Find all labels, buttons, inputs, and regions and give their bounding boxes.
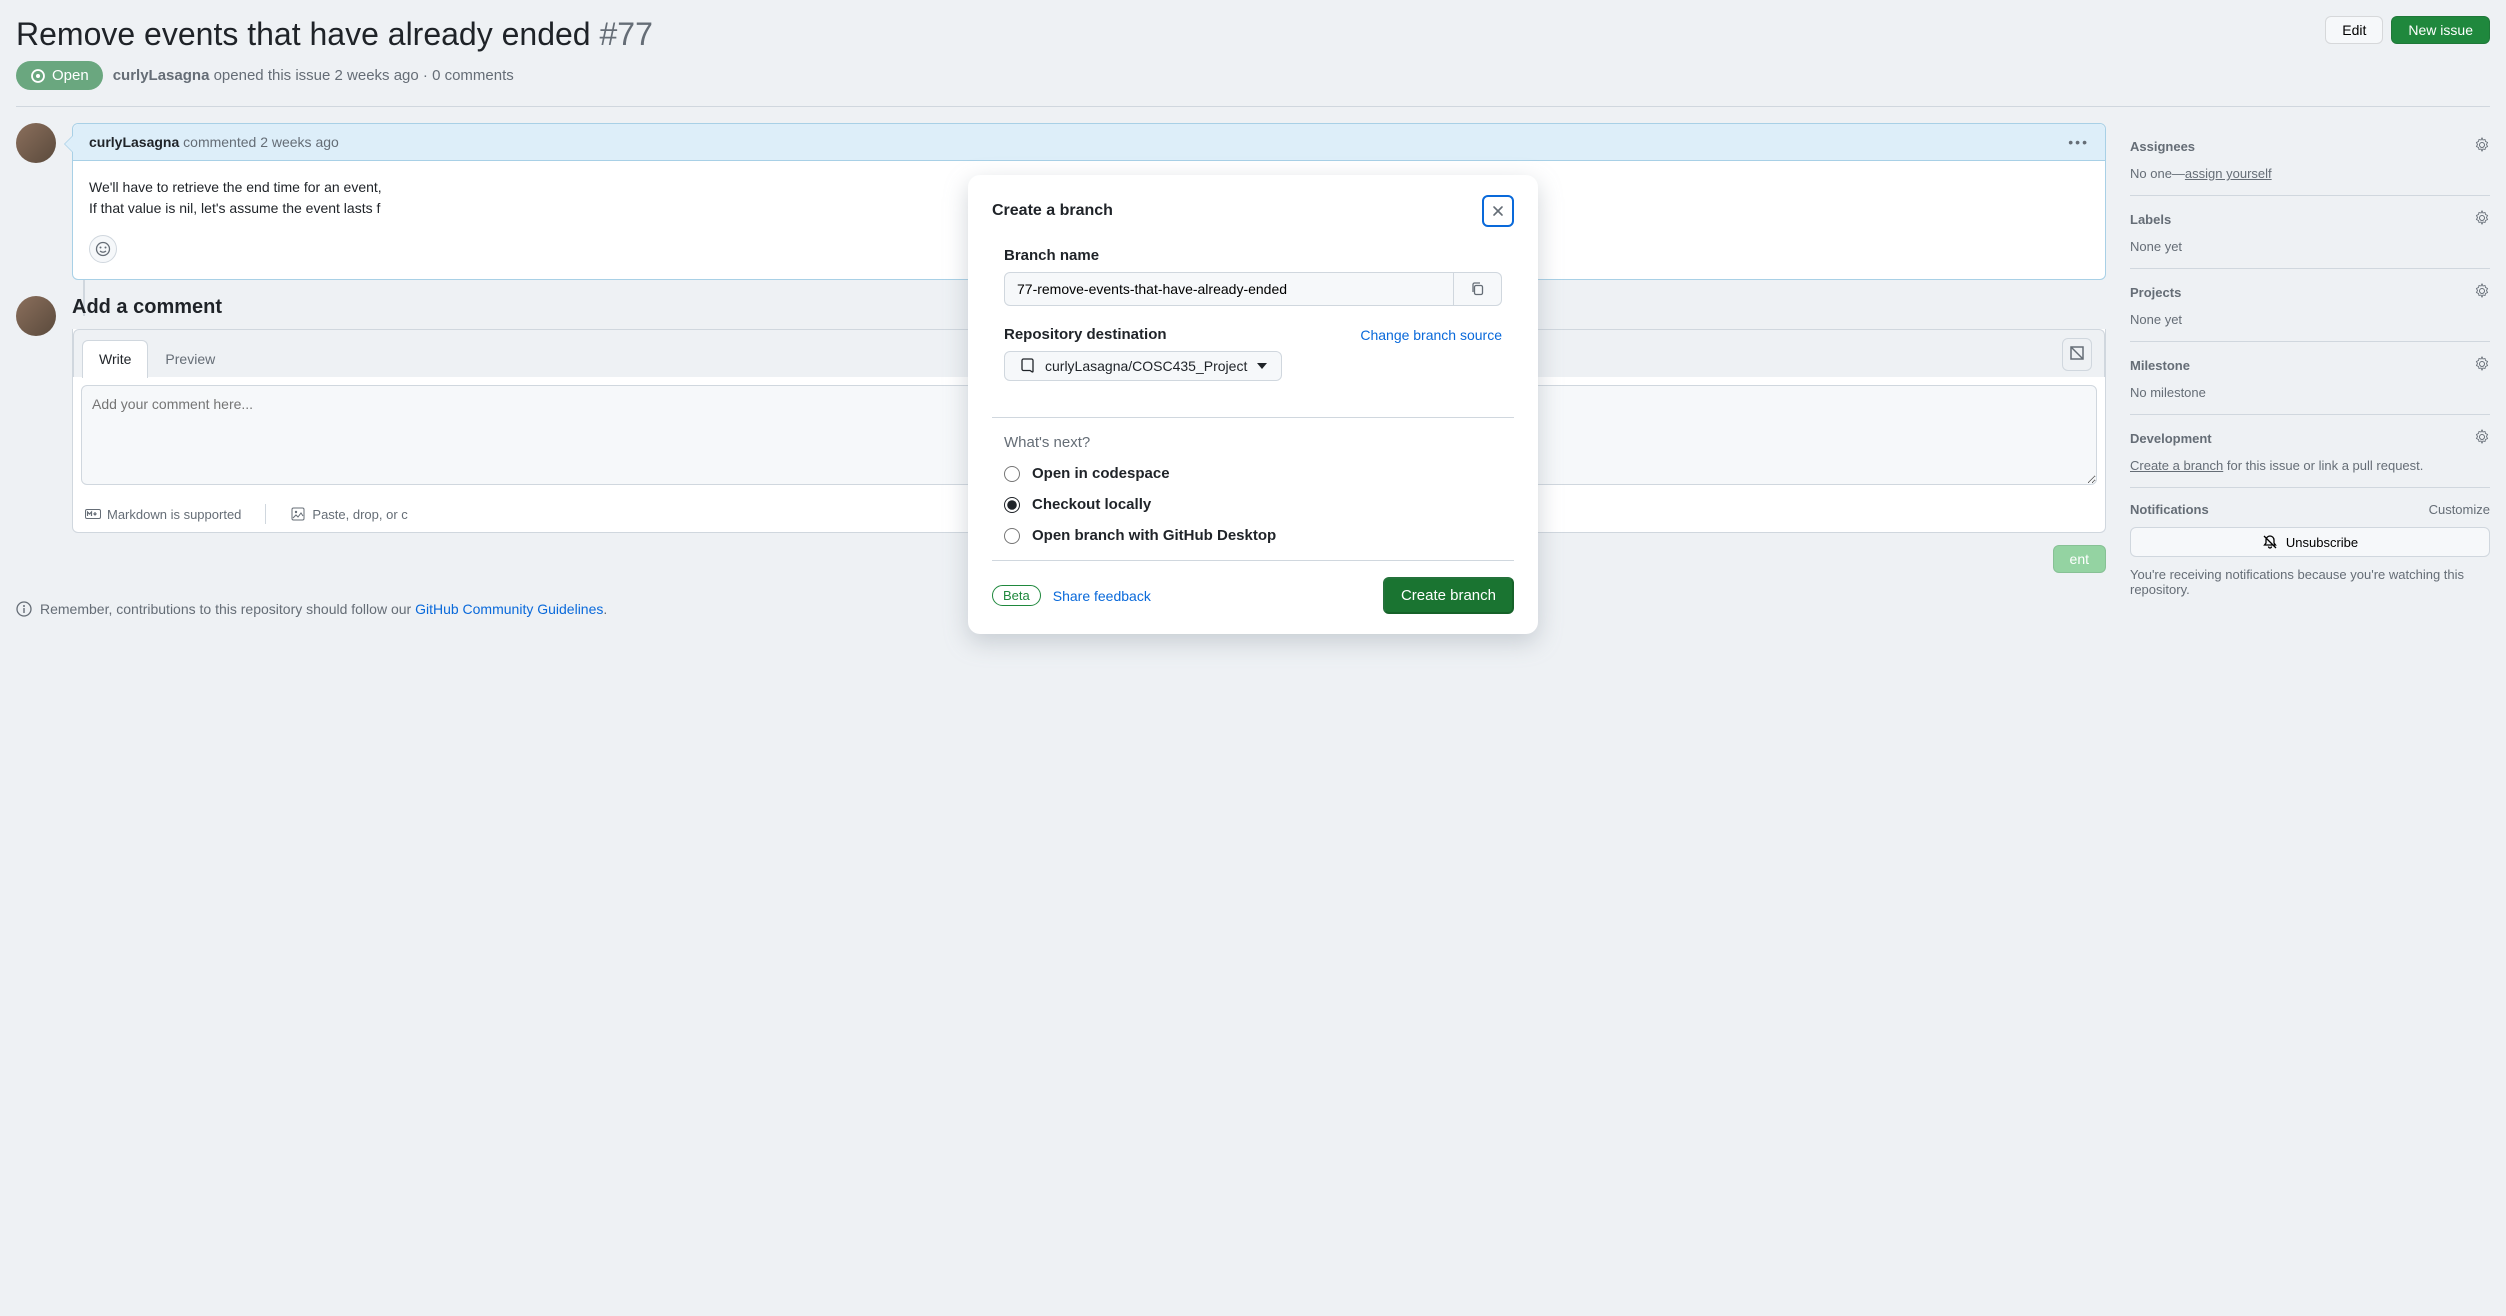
fullscreen-icon[interactable] [2062,338,2092,371]
projects-value: None yet [2130,312,2490,327]
radio-github-desktop[interactable]: Open branch with GitHub Desktop [1004,527,1502,544]
paste-note[interactable]: Paste, drop, or c [290,506,407,522]
gear-icon[interactable] [2474,283,2490,302]
image-icon [290,506,306,522]
branch-name-input[interactable] [1004,272,1454,306]
gear-icon[interactable] [2474,210,2490,229]
markdown-note[interactable]: Markdown is supported [85,506,241,522]
repo-dest-label: Repository destination [1004,326,1167,343]
create-branch-link[interactable]: Create a branch [2130,458,2223,473]
share-feedback-link[interactable]: Share feedback [1053,588,1151,604]
milestone-title: Milestone [2130,358,2190,373]
gear-icon[interactable] [2474,137,2490,156]
development-title: Development [2130,431,2212,446]
milestone-value: No milestone [2130,385,2490,400]
change-branch-source-link[interactable]: Change branch source [1360,327,1502,343]
caret-down-icon [1257,363,1267,369]
modal-title: Create a branch [992,202,1113,220]
branch-name-label: Branch name [1004,247,1502,264]
create-branch-modal: Create a branch Branch name Repository d… [968,175,1538,634]
repo-select[interactable]: curlyLasagna/COSC435_Project [1004,351,1282,381]
kebab-icon[interactable]: ••• [2068,134,2089,150]
new-issue-button[interactable]: New issue [2391,16,2490,44]
avatar[interactable] [16,123,56,163]
labels-title: Labels [2130,212,2171,227]
beta-badge: Beta [992,585,1041,606]
notification-note: You're receiving notifications because y… [2130,567,2490,597]
avatar[interactable] [16,296,56,336]
info-icon [16,601,32,617]
comment-header: curlyLasagna commented 2 weeks ago [89,134,339,150]
whats-next-label: What's next? [1004,434,1502,451]
close-button[interactable] [1482,195,1514,227]
notifications-title: Notifications [2130,502,2209,517]
submit-comment-button[interactable]: ent [2053,545,2106,573]
bell-slash-icon [2262,534,2278,550]
reaction-button[interactable] [89,235,117,263]
projects-title: Projects [2130,285,2181,300]
gear-icon[interactable] [2474,429,2490,448]
create-branch-button[interactable]: Create branch [1383,577,1514,614]
radio-checkout-locally[interactable]: Checkout locally [1004,496,1502,513]
labels-value: None yet [2130,239,2490,254]
markdown-icon [85,506,101,522]
guidelines-link[interactable]: GitHub Community Guidelines [415,601,603,617]
close-icon [1490,203,1506,219]
issue-meta: curlyLasagna opened this issue 2 weeks a… [113,67,514,84]
assignees-value: No one—assign yourself [2130,166,2490,181]
customize-link[interactable]: Customize [2429,502,2490,517]
smiley-icon [95,241,111,257]
assign-yourself-link[interactable]: assign yourself [2185,166,2272,181]
unsubscribe-button[interactable]: Unsubscribe [2130,527,2490,557]
issue-title: Remove events that have already ended #7… [16,16,653,53]
radio-codespace[interactable]: Open in codespace [1004,465,1502,482]
development-value: Create a branch for this issue or link a… [2130,458,2490,473]
copy-icon [1470,281,1486,297]
repo-icon [1019,358,1035,374]
issue-open-icon [30,68,46,84]
gear-icon[interactable] [2474,356,2490,375]
issue-number: #77 [599,16,652,52]
copy-button[interactable] [1454,272,1502,306]
state-badge: Open [16,61,103,90]
assignees-title: Assignees [2130,139,2195,154]
edit-button[interactable]: Edit [2325,16,2383,44]
tab-write[interactable]: Write [82,340,148,378]
tab-preview[interactable]: Preview [148,340,232,377]
